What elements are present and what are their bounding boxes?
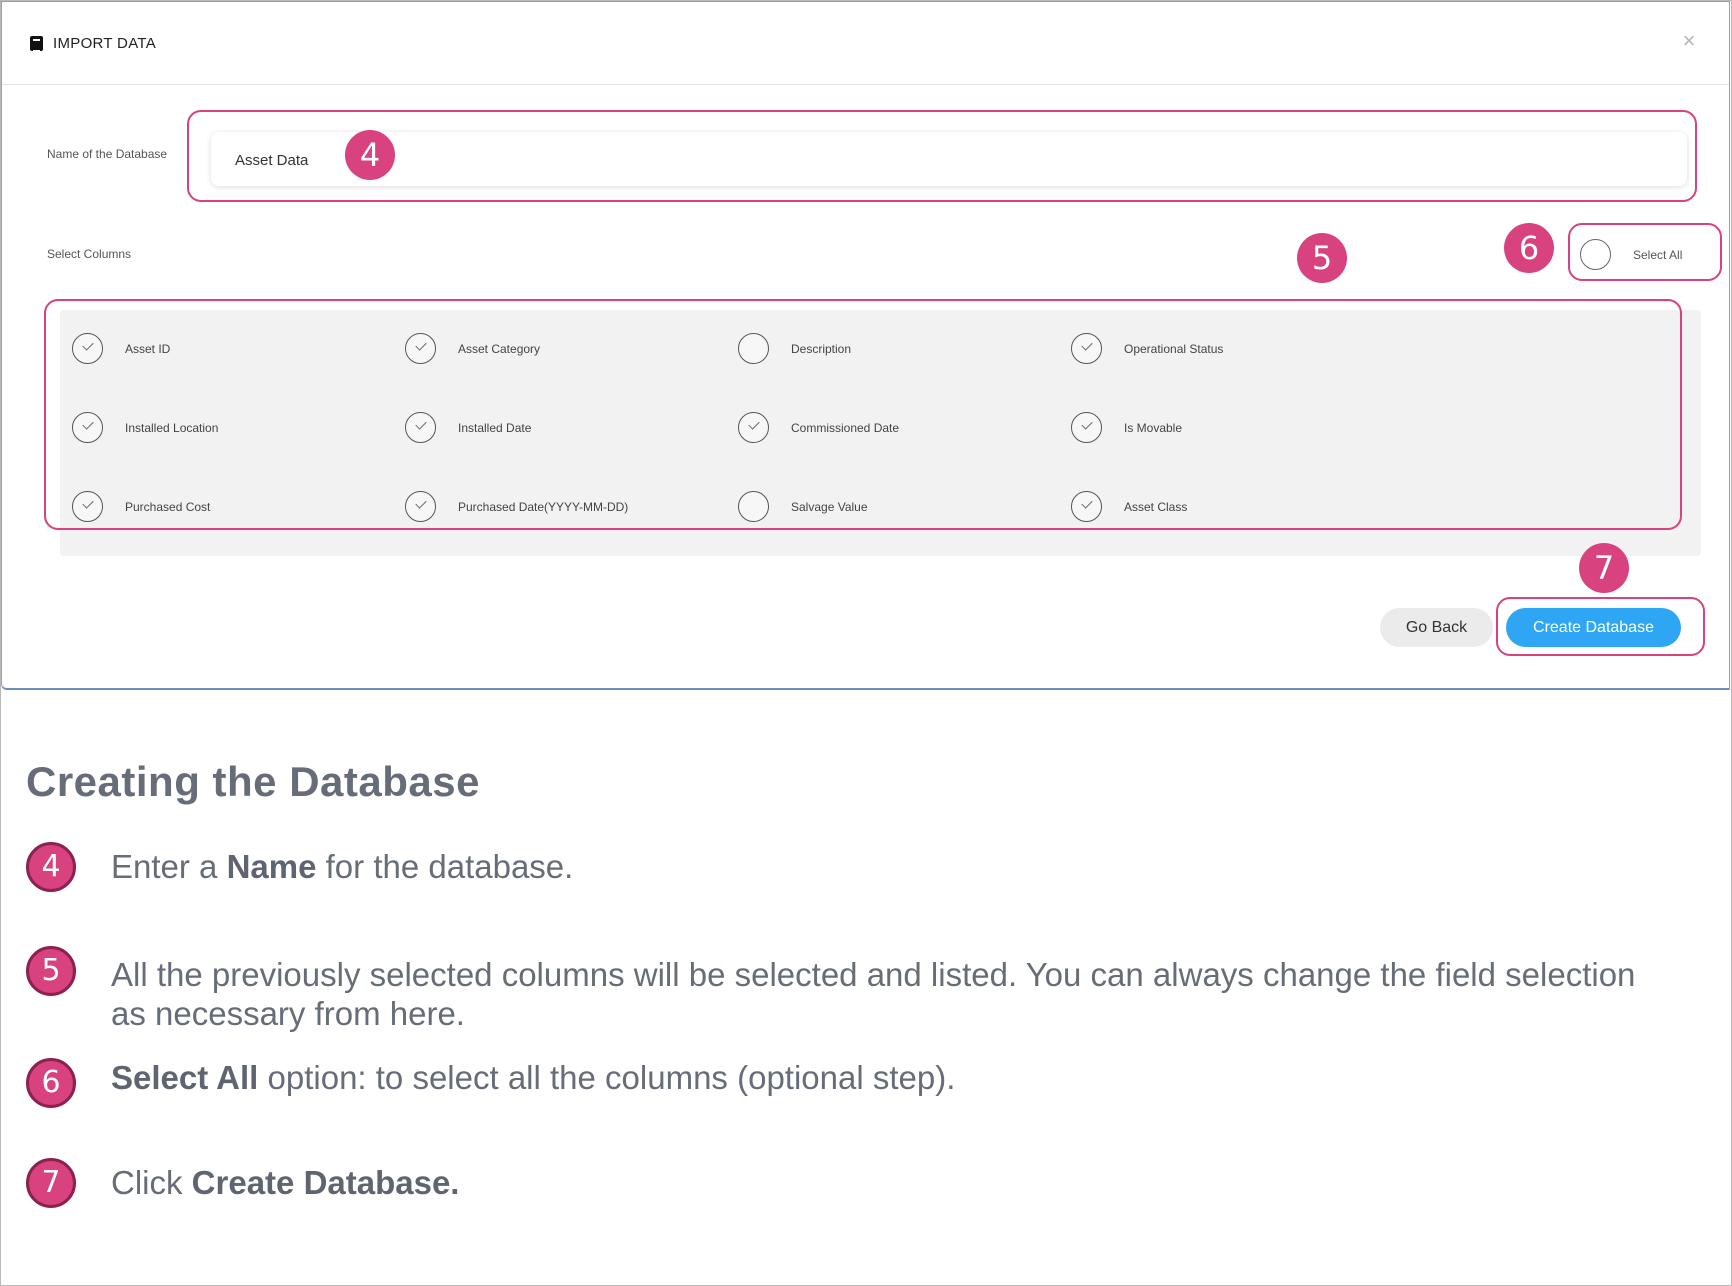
step-7-text: Click Create Database. [111,1163,1671,1202]
check-icon[interactable] [405,412,436,443]
step-4-text: Enter a Name for the database. [111,847,1671,886]
checkbox-empty-icon[interactable] [738,333,769,364]
check-icon[interactable] [72,412,103,443]
select-columns-label: Select Columns [47,247,132,261]
step-badge-7: 7 [26,1158,76,1208]
column-label: Installed Location [125,421,219,435]
check-icon[interactable] [1071,491,1102,522]
column-label: Purchased Date(YYYY-MM-DD) [458,500,629,514]
dialog-header: IMPORT DATA × [2,2,1729,85]
step-text-part: for the database. [316,848,574,885]
step-6-text: Select All option: to select all the col… [111,1058,1671,1097]
close-icon[interactable]: × [1678,28,1700,54]
check-icon[interactable] [72,491,103,522]
column-label: Is Movable [1124,421,1183,435]
step-text-part: Click [111,1164,192,1201]
column-label: Installed Date [458,421,532,435]
doc-title: Creating the Database [26,758,480,805]
column-label: Description [791,342,852,356]
column-label: Operational Status [1124,342,1224,356]
column-label: Salvage Value [791,500,868,514]
step-badge-4: 4 [26,842,76,892]
step-text-bold: Select All [111,1059,259,1096]
step-text-part: Enter a [111,848,227,885]
column-label: Asset ID [125,342,171,356]
select-all-label: Select All [1633,248,1683,262]
column-label: Purchased Cost [125,500,211,514]
db-name-input[interactable] [235,145,1655,175]
app-logo-icon [30,36,43,52]
import-data-dialog: IMPORT DATA × Name of the Database Selec… [1,1,1730,690]
select-all-checkbox[interactable] [1580,239,1611,270]
columns-panel: Asset ID Asset Category Description Oper… [60,310,1701,556]
create-database-button[interactable]: Create Database [1506,608,1681,647]
column-label: Asset Category [458,342,541,356]
check-icon[interactable] [1071,333,1102,364]
callout-badge-7: 7 [1579,543,1629,593]
check-icon[interactable] [405,491,436,522]
db-name-label: Name of the Database [47,147,168,161]
select-all-toggle[interactable]: Select All [1580,238,1710,272]
check-icon[interactable] [72,333,103,364]
check-icon[interactable] [405,333,436,364]
column-label: Asset Class [1124,500,1188,514]
step-text-bold: Name [226,848,317,885]
step-text-part: option: to select all the columns (optio… [258,1059,956,1096]
check-icon[interactable] [738,412,769,443]
checkbox-empty-icon[interactable] [738,491,769,522]
step-badge-6: 6 [26,1058,76,1108]
go-back-button[interactable]: Go Back [1380,608,1493,647]
db-name-field [211,132,1687,186]
step-text-part: All the previously selected columns will… [111,956,1636,1032]
column-label: Commissioned Date [791,421,900,435]
step-5-text: All the previously selected columns will… [111,955,1671,1033]
step-text-bold: Create Database. [191,1164,460,1201]
dialog-title: IMPORT DATA [53,35,157,52]
callout-badge-6: 6 [1504,223,1554,273]
step-badge-5: 5 [26,946,76,996]
check-icon[interactable] [1071,412,1102,443]
callout-badge-4: 4 [345,130,395,180]
callout-badge-5: 5 [1297,233,1347,283]
